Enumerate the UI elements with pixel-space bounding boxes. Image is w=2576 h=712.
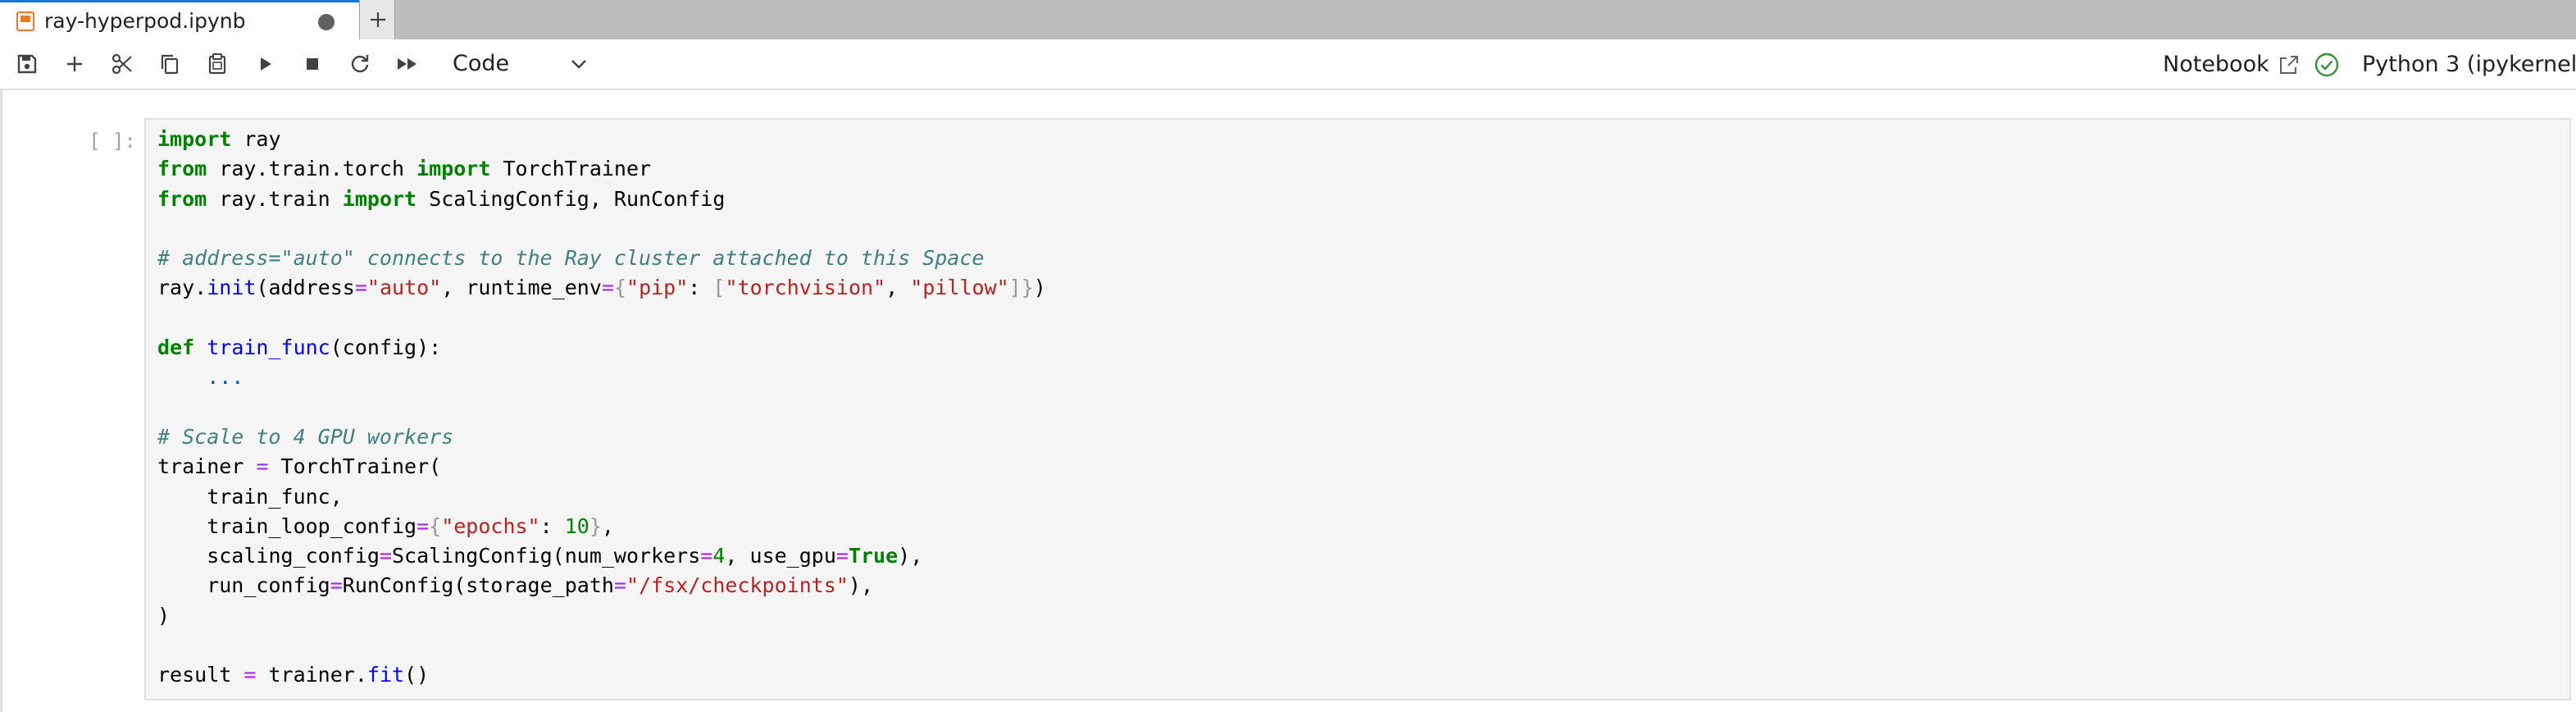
run-icon: [261, 57, 271, 71]
code-line: train_func,: [157, 484, 343, 509]
paste-button[interactable]: [203, 50, 231, 78]
fast-forward-icon: [398, 58, 416, 70]
tab-label: ray-hyperpod.ipynb: [44, 9, 246, 33]
restart-icon: [351, 55, 369, 73]
kernel-name-button[interactable]: Python 3 (ipykernel): [2362, 51, 2576, 79]
code-line: from ray.train import ScalingConfig, Run…: [157, 186, 726, 211]
code-line: # address="auto" connects to the Ray clu…: [157, 246, 985, 271]
notebook-panel: [ ]: import ray from ray.train.torch impo…: [0, 90, 2576, 712]
code-line: scaling_config=ScalingConfig(num_workers…: [157, 544, 923, 568]
cell-type-value: Code: [453, 51, 510, 76]
chevron-down-icon: [571, 60, 586, 69]
panel-border: [0, 90, 2, 712]
code-cell-editor[interactable]: import ray from ray.train.torch import To…: [144, 118, 2571, 701]
restart-run-all-button[interactable]: [394, 50, 421, 78]
new-tab-button[interactable]: [359, 0, 395, 39]
code-line: result = trainer.fit(): [157, 663, 430, 687]
plus-icon: [371, 12, 385, 27]
copy-icon: [161, 54, 179, 75]
jupyter-app: ray-hyperpod.ipynb Code Notebook Python …: [0, 0, 2576, 712]
run-cell-button[interactable]: [251, 50, 279, 78]
code-line: ray.init(address="auto", runtime_env={"p…: [157, 276, 1046, 300]
save-button[interactable]: [13, 50, 41, 78]
notebook-toolbar: Code Notebook Python 3 (ipykernel): [0, 39, 2576, 90]
save-icon: [17, 54, 37, 74]
open-in-notebook-link[interactable]: Notebook: [2163, 51, 2301, 79]
code-line: ...: [207, 365, 244, 390]
code-line: # Scale to 4 GPU workers: [157, 424, 454, 449]
tab-bar: ray-hyperpod.ipynb: [0, 0, 2576, 39]
notebook-label: Notebook: [2163, 52, 2269, 77]
insert-cell-button[interactable]: [61, 50, 89, 78]
code-line: run_config=RunConfig(storage_path="/fsx/…: [157, 573, 874, 598]
notebook-icon: [16, 11, 34, 31]
code-line: trainer = TorchTrainer(: [157, 454, 442, 479]
unsaved-indicator-icon[interactable]: [318, 14, 335, 30]
cut-button[interactable]: [108, 50, 136, 78]
kernel-idle-check-icon[interactable]: [2314, 52, 2340, 78]
copy-button[interactable]: [156, 50, 184, 78]
paste-icon: [208, 53, 226, 75]
add-icon: [67, 57, 82, 71]
code-line: from ray.train.torch import TorchTrainer: [157, 157, 652, 181]
code-line: def train_func(config):: [157, 335, 442, 360]
code-content[interactable]: import ray from ray.train.torch import To…: [157, 125, 1046, 691]
code-line: ): [157, 603, 171, 628]
cell-type-dropdown[interactable]: Code: [441, 48, 597, 80]
code-line: import ray: [157, 127, 281, 151]
cut-icon: [112, 53, 132, 75]
stop-icon: [307, 58, 318, 70]
notebook-tab[interactable]: ray-hyperpod.ipynb: [0, 0, 359, 39]
interrupt-kernel-button[interactable]: [298, 50, 326, 78]
external-link-icon: [2279, 56, 2298, 74]
code-line: train_loop_config={"epochs": 10},: [157, 513, 614, 538]
restart-kernel-button[interactable]: [346, 50, 374, 78]
cell-input-prompt: [ ]:: [89, 130, 136, 153]
